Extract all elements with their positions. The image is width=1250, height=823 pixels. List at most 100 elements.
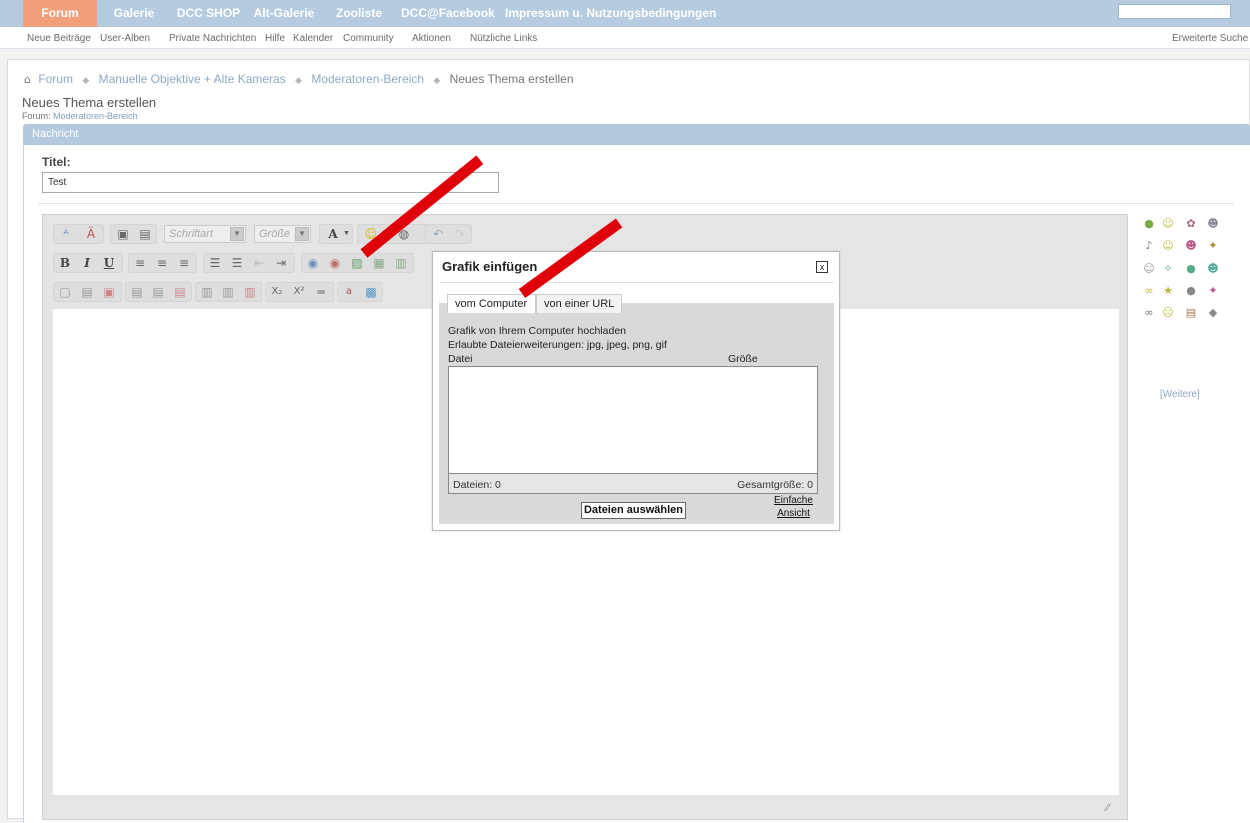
nav-zooliste[interactable]: Zooliste [333,0,385,27]
dialog-body: Grafik von Ihrem Computer hochladen Erla… [439,303,834,524]
subnav-help[interactable]: Hilfe [265,33,285,44]
subnav-user-albums[interactable]: User-Alben [100,33,150,44]
more-smilies-link[interactable]: [Weitere] [1160,389,1200,400]
anchor-icon[interactable]: a [341,284,357,300]
align-left-icon[interactable]: ≡ [132,255,148,271]
smilie-icon[interactable]: ✧ [1161,262,1175,276]
smilie-icon[interactable]: ● [1184,262,1198,276]
smilie-icon[interactable]: ∞ [1142,284,1156,298]
subnav-actions[interactable]: Aktionen [412,33,451,44]
nav-forum[interactable]: Forum [23,0,97,27]
font-select[interactable]: Schriftart ▼ [164,225,246,243]
smilie-icon[interactable]: ☹ [1161,306,1175,320]
total-size: Gesamtgröße: 0 [737,479,813,491]
title-input[interactable]: Test [42,172,499,193]
code-icon[interactable]: ▩ [363,284,379,300]
size-select[interactable]: Größe ▼ [254,225,311,243]
smilie-icon[interactable]: ☺ [1161,217,1175,231]
remove-format-icon[interactable]: ᴬ [58,226,74,242]
smilie-icon[interactable]: ☻ [1206,262,1220,276]
col-before-icon[interactable]: ▥ [199,284,215,300]
unlink-icon[interactable]: ◉ [327,255,343,271]
italic-icon[interactable]: I [79,255,95,271]
smilie-icon[interactable]: ● [1184,284,1198,298]
forum-link[interactable]: Moderatoren-Bereich [53,111,138,121]
redo-icon[interactable]: ↷ [452,226,468,242]
indent-icon[interactable]: ⇥ [273,255,289,271]
smilie-icon[interactable]: ● [1142,217,1156,231]
hr-icon[interactable]: ═ [313,284,329,300]
nav-impressum[interactable]: Impressum u. Nutzungsbedingungen [505,0,716,27]
row-before-icon[interactable]: ▤ [129,284,145,300]
smilie-icon[interactable]: ★ [1161,284,1175,298]
nav-galerie[interactable]: Galerie [109,0,159,27]
nav-alt-galerie[interactable]: Alt-Galerie [252,0,316,27]
row-delete-icon[interactable]: ▤ [172,284,188,300]
smilie-icon[interactable]: ♪ [1142,239,1156,253]
col-after-icon[interactable]: ▥ [220,284,236,300]
align-right-icon[interactable]: ≡ [176,255,192,271]
dialog-title: Grafik einfügen [442,259,538,274]
nav-dcc-facebook[interactable]: DCC@Facebook [401,0,495,27]
tab-from-computer[interactable]: vom Computer [447,294,536,313]
breadcrumb-subforum[interactable]: Moderatoren-Bereich [311,72,424,86]
divider [440,282,834,283]
forum-label: Forum: [22,111,51,121]
ordered-list-icon[interactable]: ☰ [207,255,223,271]
breadcrumb-forum[interactable]: Forum [38,72,73,86]
page-title: Neues Thema erstellen [22,95,157,110]
smilie-icon[interactable]: ☺ [1161,239,1175,253]
smilie-icon[interactable]: ✦ [1206,239,1220,253]
subnav-calendar[interactable]: Kalender [293,33,333,44]
table-icon[interactable]: ▢ [57,284,73,300]
subnav-new-posts[interactable]: Neue Beiträge [27,33,91,44]
outdent-icon[interactable]: ⇤ [251,255,267,271]
smilie-icon[interactable]: ◆ [1206,306,1220,320]
align-center-icon[interactable]: ≡ [154,255,170,271]
insert-video-icon[interactable]: ▦ [371,255,387,271]
table-delete-icon[interactable]: ▣ [101,284,117,300]
resize-handle-icon[interactable]: ⁄⁄ [1106,802,1110,814]
select-files-button[interactable]: Dateien auswählen [581,502,686,519]
close-button[interactable]: x [816,261,828,273]
nav-dcc-shop[interactable]: DCC SHOP [176,0,241,27]
simple-view-line1: Einfache [774,495,813,506]
smilie-icon[interactable]: ☺ [1142,262,1156,276]
smilie-icon[interactable]: ▤ [1184,306,1198,320]
clear-format-icon[interactable]: Ä [83,226,99,242]
tab-from-url[interactable]: von einer URL [536,294,622,313]
subnav-private-messages[interactable]: Private Nachrichten [169,33,256,44]
underline-icon[interactable]: U [101,255,117,271]
undo-icon[interactable]: ↶ [430,226,446,242]
size-select-label: Größe [259,228,291,240]
link-icon[interactable]: ◉ [305,255,321,271]
row-after-icon[interactable]: ▤ [150,284,166,300]
file-list[interactable] [448,366,818,474]
paste-icon[interactable]: ▣ [115,226,131,242]
film-icon[interactable]: ▥ [393,255,409,271]
subnav-community[interactable]: Community [343,33,394,44]
breadcrumb-category[interactable]: Manuelle Objektive + Alte Kameras [99,72,286,86]
home-icon[interactable]: ⌂ [24,73,31,86]
text-color-icon[interactable]: A [325,226,341,242]
col-delete-icon[interactable]: ▥ [242,284,258,300]
paste-text-icon[interactable]: ▤ [137,226,153,242]
bold-icon[interactable]: B [57,255,73,271]
subnav-useful-links[interactable]: Nützliche Links [470,33,537,44]
forum-line: Forum: Moderatoren-Bereich [22,111,138,121]
top-search-input[interactable] [1118,4,1231,19]
smilie-icon[interactable]: ✿ [1184,217,1198,231]
table-props-icon[interactable]: ▤ [79,284,95,300]
column-file: Datei [448,353,473,365]
insert-image-icon[interactable]: ▨ [349,255,365,271]
subnav-advanced-search[interactable]: Erweiterte Suche [1172,33,1248,44]
subscript-icon[interactable]: X₂ [269,284,285,300]
smilie-icon[interactable]: ☻ [1206,217,1220,231]
superscript-icon[interactable]: X² [291,284,307,300]
toolbar-group: ▥ ▥ ▥ [195,282,262,302]
smilie-icon[interactable]: ∞ [1142,306,1156,320]
smilie-icon[interactable]: ☻ [1184,239,1198,253]
simple-view-link[interactable]: Einfache Ansicht [774,494,813,520]
unordered-list-icon[interactable]: ☰ [229,255,245,271]
smilie-icon[interactable]: ✦ [1206,284,1220,298]
